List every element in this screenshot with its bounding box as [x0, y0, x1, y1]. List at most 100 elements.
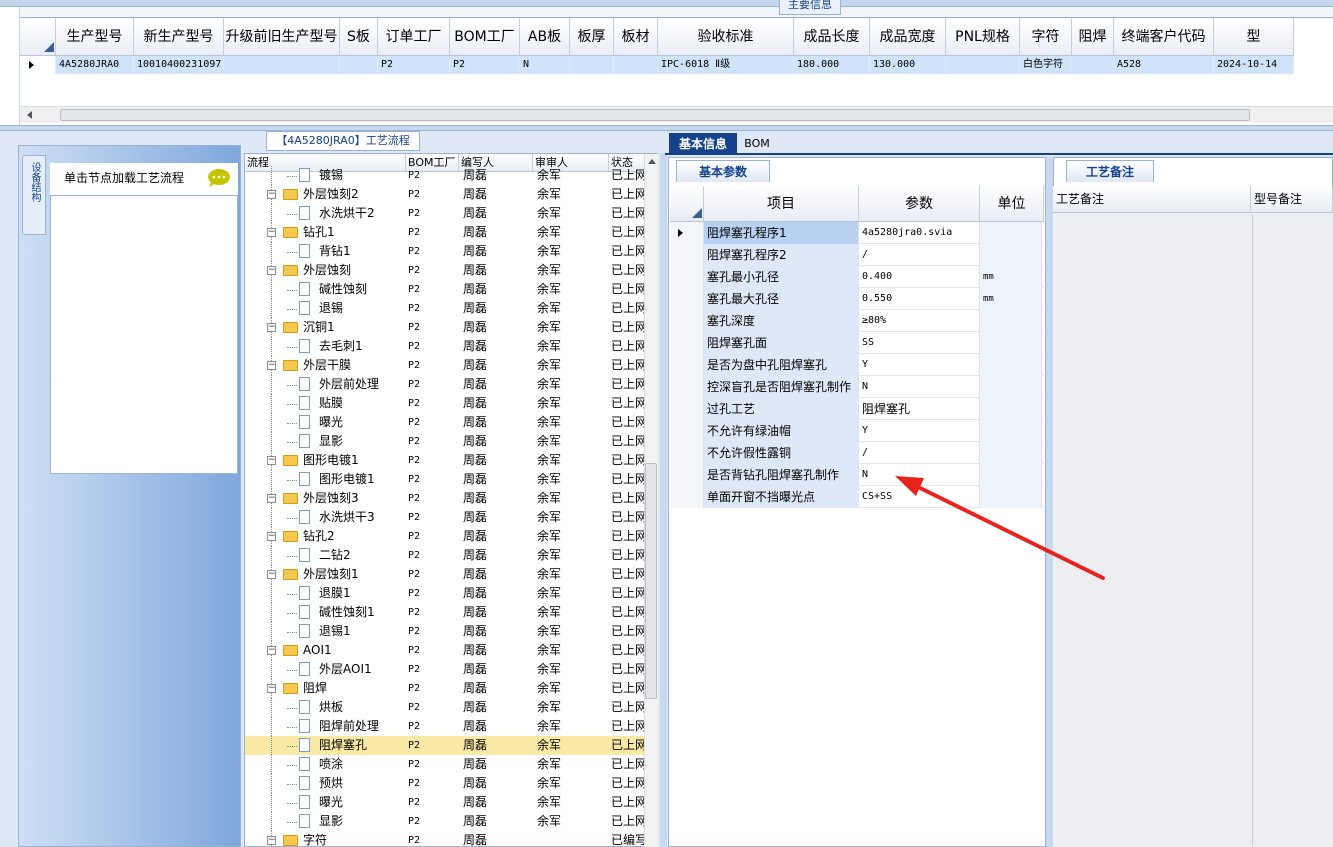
tree-row[interactable]: 水洗烘干2 P2 周磊 余军 已上网 [245, 204, 645, 223]
tree-row[interactable]: − 阻焊 P2 周磊 余军 已上网 [245, 679, 645, 698]
grid-header-col[interactable]: 字符 [1020, 18, 1072, 56]
param-value[interactable]: 阻焊塞孔 [859, 398, 980, 420]
param-row-header[interactable] [670, 222, 704, 244]
grid-header-col[interactable]: 板厚 [570, 18, 614, 56]
tree-row[interactable]: 图形电镀1 P2 周磊 余军 已上网 [245, 470, 645, 489]
collapse-icon[interactable]: − [267, 646, 276, 655]
collapse-icon[interactable]: − [267, 532, 276, 541]
param-row-header[interactable] [670, 288, 704, 310]
param-value[interactable]: Y [859, 420, 980, 442]
param-value[interactable]: SS [859, 332, 980, 354]
grid-cell[interactable]: P2 [450, 56, 520, 74]
param-row[interactable]: 控深盲孔是否阻焊塞孔制作 N [670, 376, 1044, 398]
grid-header-col[interactable]: 升级前旧生产型号 [224, 18, 340, 56]
tree-row[interactable]: 烘板 P2 周磊 余军 已上网 [245, 698, 645, 717]
param-value[interactable]: ≥80% [859, 310, 980, 332]
collapse-icon[interactable]: − [267, 684, 276, 693]
horizontal-splitter[interactable] [0, 125, 1333, 131]
grid-cell[interactable] [614, 56, 658, 74]
tree-row[interactable]: 显影 P2 周磊 余军 已上网 [245, 812, 645, 831]
tab-basic-params[interactable]: 基本参数 [676, 160, 770, 182]
tree-row[interactable]: 曝光 P2 周磊 余军 已上网 [245, 793, 645, 812]
param-row-header[interactable] [670, 398, 704, 420]
grid-header-col[interactable]: 新生产型号 [134, 18, 224, 56]
param-row-header[interactable] [670, 442, 704, 464]
grid-cell[interactable]: 2024-10-14 [1214, 56, 1294, 74]
param-row[interactable]: 过孔工艺 阻焊塞孔 [670, 398, 1044, 420]
param-value[interactable]: 4a5280jra0.svia [859, 222, 980, 244]
grid-cell[interactable]: IPC-6018 Ⅱ级 [658, 56, 794, 74]
param-row[interactable]: 阻焊塞孔程序1 4a5280jra0.svia [670, 222, 1044, 244]
tree-row[interactable]: − 字符 P2 周磊 已编写 [245, 831, 645, 846]
grid-cell[interactable]: 白色字符 [1020, 56, 1072, 74]
tree-row[interactable]: − 沉铜1 P2 周磊 余军 已上网 [245, 318, 645, 337]
param-row-header[interactable] [670, 310, 704, 332]
param-value[interactable]: Y [859, 354, 980, 376]
tree-row[interactable]: 镀锡 P2 周磊 余军 已上网 [245, 166, 645, 185]
grid-header-col[interactable]: 阻焊 [1072, 18, 1114, 56]
param-row[interactable]: 是否为盘中孔阻焊塞孔 Y [670, 354, 1044, 376]
tree-row[interactable]: 外层AOI1 P2 周磊 余军 已上网 [245, 660, 645, 679]
collapse-icon[interactable]: − [267, 361, 276, 370]
grid-cell[interactable] [1072, 56, 1114, 74]
tree-row[interactable]: 退锡 P2 周磊 余军 已上网 [245, 299, 645, 318]
tree-row[interactable]: 二钻2 P2 周磊 余军 已上网 [245, 546, 645, 565]
grid-cell[interactable]: P2 [378, 56, 450, 74]
tree-row[interactable]: − 外层蚀刻 P2 周磊 余军 已上网 [245, 261, 645, 280]
grid-header-col[interactable]: 生产型号 [56, 18, 134, 56]
tab-process-remarks[interactable]: 工艺备注 [1066, 160, 1154, 182]
tab-bom[interactable]: BOM [740, 133, 774, 155]
grid-cell[interactable] [340, 56, 378, 74]
scroll-left-icon[interactable] [26, 110, 34, 120]
grid-cell[interactable]: 4A5280JRA0 [56, 56, 134, 74]
tree-row[interactable]: − 外层蚀刻1 P2 周磊 余军 已上网 [245, 565, 645, 584]
grid-cell[interactable]: 10010400231097 [134, 56, 224, 74]
tree-row[interactable]: 碱性蚀刻 P2 周磊 余军 已上网 [245, 280, 645, 299]
grid-header-col[interactable]: 成品宽度 [870, 18, 946, 56]
tree-row[interactable]: 贴膜 P2 周磊 余军 已上网 [245, 394, 645, 413]
tree-row[interactable]: − 外层干膜 P2 周磊 余军 已上网 [245, 356, 645, 375]
param-row-header[interactable] [670, 354, 704, 376]
grid-header-col[interactable]: BOM工厂 [450, 18, 520, 56]
tree-row[interactable]: 阻焊前处理 P2 周磊 余军 已上网 [245, 717, 645, 736]
param-row[interactable]: 阻焊塞孔面 SS [670, 332, 1044, 354]
tree-vscroll-thumb[interactable] [645, 463, 657, 699]
collapse-icon[interactable]: − [267, 266, 276, 275]
tree-row[interactable]: − 钻孔1 P2 周磊 余军 已上网 [245, 223, 645, 242]
tree-row[interactable]: − 外层蚀刻2 P2 周磊 余军 已上网 [245, 185, 645, 204]
param-row-header[interactable] [670, 266, 704, 288]
tree-row[interactable]: 喷涂 P2 周磊 余军 已上网 [245, 755, 645, 774]
param-row[interactable]: 塞孔最大孔径 0.550 mm [670, 288, 1044, 310]
collapse-icon[interactable]: − [267, 494, 276, 503]
tree-row[interactable]: − AOI1 P2 周磊 余军 已上网 [245, 641, 645, 660]
tree-row[interactable]: − 钻孔2 P2 周磊 余军 已上网 [245, 527, 645, 546]
grid-cell[interactable]: A528 [1114, 56, 1214, 74]
grid-cell[interactable] [946, 56, 1020, 74]
param-value[interactable]: / [859, 244, 980, 266]
collapse-icon[interactable]: − [267, 836, 276, 845]
param-row-header[interactable] [670, 420, 704, 442]
param-value[interactable]: 0.550 [859, 288, 980, 310]
grid-cell[interactable]: 180.000 [794, 56, 870, 74]
param-value[interactable]: N [859, 376, 980, 398]
tree-row[interactable]: 碱性蚀刻1 P2 周磊 余军 已上网 [245, 603, 645, 622]
grid-header-col[interactable]: S板 [340, 18, 378, 56]
grid-header-col[interactable]: AB板 [520, 18, 570, 56]
param-row[interactable]: 阻焊塞孔程序2/ [670, 244, 1044, 266]
grid-header-col[interactable]: 终端客户代码 [1114, 18, 1214, 56]
grid-hscroll-thumb[interactable] [60, 109, 1250, 121]
tab-basic-info[interactable]: 基本信息 [669, 133, 737, 155]
collapse-icon[interactable]: − [267, 456, 276, 465]
tree-row[interactable]: 曝光 P2 周磊 余军 已上网 [245, 413, 645, 432]
tree-row[interactable]: 背钻1 P2 周磊 余军 已上网 [245, 242, 645, 261]
scroll-up-icon[interactable] [647, 158, 657, 166]
param-row-header[interactable] [670, 376, 704, 398]
tree-row[interactable]: 阻焊塞孔 P2 周磊 余军 已上网 [245, 736, 645, 755]
grid-cell[interactable] [224, 56, 340, 74]
grid-header-col[interactable]: 订单工厂 [378, 18, 450, 56]
tree-row[interactable]: 外层前处理 P2 周磊 余军 已上网 [245, 375, 645, 394]
tree-row[interactable]: 去毛刺1 P2 周磊 余军 已上网 [245, 337, 645, 356]
grid-header-col[interactable]: PNL规格 [946, 18, 1020, 56]
tree-row[interactable]: 显影 P2 周磊 余军 已上网 [245, 432, 645, 451]
tree-row[interactable]: 退锡1 P2 周磊 余军 已上网 [245, 622, 645, 641]
